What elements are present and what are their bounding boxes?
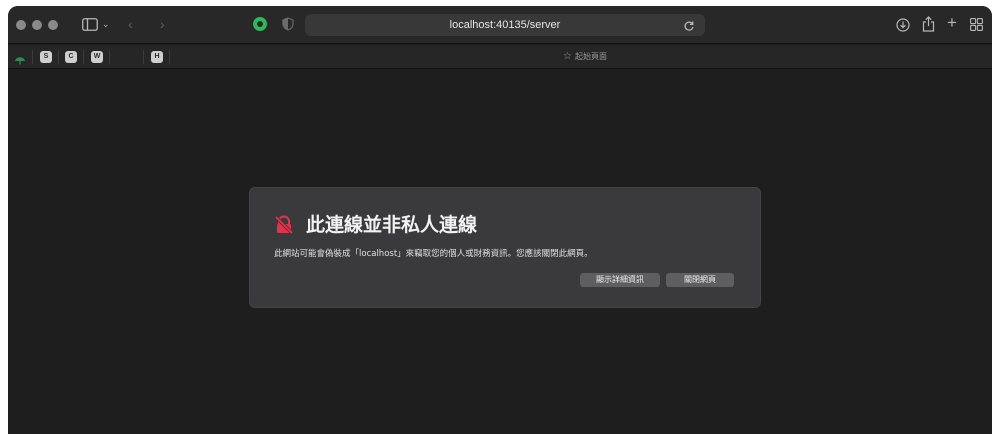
start-page-label: 起始頁面 — [574, 52, 607, 61]
reload-icon[interactable] — [683, 19, 695, 31]
not-secure-lock-icon — [274, 215, 294, 235]
grammarly-extension-icon[interactable] — [253, 17, 267, 31]
share-icon[interactable] — [922, 16, 935, 34]
sidebar-icon[interactable] — [82, 18, 98, 33]
zoom-window-button[interactable] — [48, 20, 58, 30]
browser-toolbar: ⌄ ‹ › localhost:40135/server + — [8, 6, 992, 44]
favorites-divider — [58, 50, 59, 64]
browser-window: ⌄ ‹ › localhost:40135/server + S C W H ☆… — [8, 6, 992, 434]
favorites-divider — [169, 50, 170, 64]
favorites-bar: S C W H ☆ 起始頁面 — [8, 45, 992, 69]
start-page-tab[interactable]: ☆ 起始頁面 — [563, 45, 607, 69]
favorites-divider — [32, 50, 33, 64]
favorites-divider — [109, 50, 110, 64]
privacy-shield-icon[interactable] — [282, 17, 296, 33]
close-page-button[interactable]: 關閉網頁 — [666, 273, 734, 287]
address-bar[interactable]: localhost:40135/server — [305, 14, 705, 36]
privacy-warning-dialog: 此連線並非私人連線 此網站可能會偽裝成「localhost」來竊取您的個人或財務… — [249, 187, 761, 308]
close-window-button[interactable] — [16, 20, 26, 30]
favorite-item-s[interactable]: S — [40, 51, 52, 63]
address-url[interactable]: localhost:40135/server — [305, 14, 705, 36]
star-icon: ☆ — [563, 51, 572, 62]
leaf-icon[interactable] — [14, 52, 26, 65]
favorite-item-h[interactable]: H — [151, 51, 163, 63]
show-details-button[interactable]: 顯示詳細資訊 — [580, 273, 660, 287]
new-tab-icon[interactable]: + — [947, 14, 957, 31]
back-icon[interactable]: ‹ — [128, 17, 133, 31]
forward-icon[interactable]: › — [160, 17, 165, 31]
downloads-icon[interactable] — [896, 18, 910, 34]
favorite-item-c[interactable]: C — [65, 51, 77, 63]
favorites-divider — [83, 50, 84, 64]
dialog-message: 此網站可能會偽裝成「localhost」來竊取您的個人或財務資訊。您應該關閉此網… — [274, 249, 593, 259]
chevron-down-icon[interactable]: ⌄ — [102, 17, 110, 31]
dialog-title: 此連線並非私人連線 — [306, 214, 478, 236]
page-content: 此連線並非私人連線 此網站可能會偽裝成「localhost」來竊取您的個人或財務… — [8, 70, 992, 434]
favorite-item-w[interactable]: W — [91, 51, 103, 63]
minimize-window-button[interactable] — [32, 20, 42, 30]
tab-overview-icon[interactable] — [970, 18, 983, 33]
favorites-divider — [143, 50, 144, 64]
